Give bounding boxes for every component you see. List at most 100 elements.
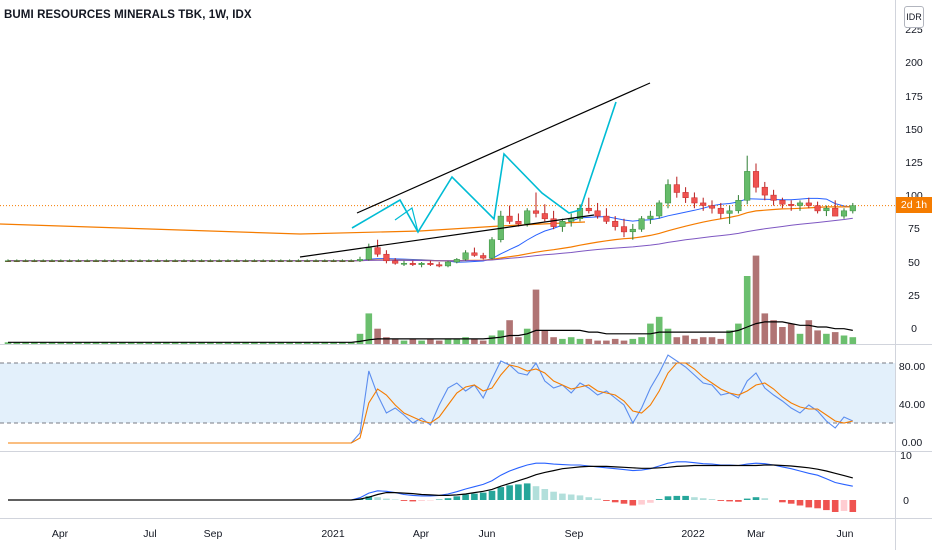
volume-bar	[691, 338, 698, 344]
volume-bar	[603, 340, 610, 344]
macd-histogram-bar	[418, 500, 425, 501]
chart-root: 225 200 175 150 125 100 75 50 25 0 80.00 40.00 0.00 1…	[0, 0, 932, 550]
candle-body	[330, 260, 337, 262]
macd-histogram-bar	[840, 500, 848, 511]
macd-histogram-bar	[471, 493, 478, 500]
macd-histogram-bar	[594, 498, 601, 500]
candle-body	[22, 260, 29, 262]
price-tick-label: 175	[905, 91, 923, 103]
macd-histogram-bar	[391, 499, 399, 500]
macd-tick-label: 10	[900, 450, 912, 462]
macd-histogram-bar	[541, 489, 549, 500]
volume-bar	[849, 337, 857, 344]
macd-histogram-bar	[383, 498, 390, 500]
macd-histogram-bar	[761, 498, 769, 500]
stoch-band-fill	[0, 363, 895, 423]
candle-body	[13, 260, 20, 262]
macd-histogram-bar	[488, 490, 496, 500]
volume-bar	[462, 337, 469, 344]
candle-body	[832, 207, 839, 217]
macd-histogram-bar	[515, 484, 522, 500]
candle-body	[480, 255, 487, 259]
candle-body	[84, 260, 91, 262]
candle-body	[805, 202, 812, 206]
candle-body	[101, 260, 108, 262]
candle-body	[629, 228, 636, 233]
volume-bar	[585, 338, 593, 344]
macd-histogram-bar	[462, 494, 469, 500]
macd-histogram-bar	[497, 487, 505, 500]
currency-badge[interactable]: IDR	[904, 6, 924, 28]
volume-bar	[796, 333, 804, 344]
candle-body	[383, 253, 390, 262]
candle-body	[453, 259, 460, 263]
volume-bar	[391, 338, 399, 344]
volume-bar	[515, 337, 522, 344]
candle-body	[119, 260, 126, 262]
candle-body	[251, 260, 258, 262]
candle-body	[418, 263, 425, 265]
candle-body	[40, 260, 47, 262]
candle-body	[488, 239, 496, 259]
volume-bar	[620, 340, 628, 344]
macd-histogram-bar	[717, 500, 725, 501]
candle-body	[462, 252, 469, 260]
volume-bar	[779, 327, 786, 344]
volume-bar	[770, 320, 777, 344]
time-tick-label: Mar	[747, 528, 766, 540]
candle-body	[726, 210, 733, 214]
candle-body	[620, 226, 628, 233]
candle-body	[66, 260, 73, 262]
candle-body	[427, 263, 434, 265]
candle-body	[770, 194, 777, 201]
volume-bar	[787, 323, 795, 344]
volume-bar	[805, 320, 813, 344]
candle-body	[471, 252, 478, 256]
macd-histogram-bar	[523, 483, 531, 500]
candle-body	[374, 247, 381, 255]
time-tick-label: 2022	[681, 528, 705, 540]
candle-body	[559, 221, 566, 227]
volume-bar	[409, 338, 417, 344]
volume-bar	[567, 337, 575, 344]
price-tick-label: 0	[911, 323, 917, 335]
volume-bar	[761, 313, 769, 344]
candle-body	[656, 202, 663, 217]
volume-bar	[629, 338, 637, 344]
candle-body	[664, 184, 672, 204]
macd-histogram-bar	[435, 499, 443, 500]
volume-bar	[400, 340, 408, 344]
candle-body	[92, 260, 100, 262]
candle-body	[356, 259, 364, 261]
chart-canvas[interactable]: 225200175150125100755025080.0040.000.001…	[0, 0, 932, 550]
candle-body	[638, 218, 645, 230]
macd-histogram-bar	[444, 498, 452, 500]
price-tick-label: 75	[908, 223, 920, 235]
volume-bar	[374, 328, 381, 344]
volume-bar	[717, 338, 725, 344]
candle-body	[163, 260, 170, 262]
volume-bar	[840, 335, 848, 344]
volume-bar	[506, 320, 513, 344]
macd-histogram-bar	[374, 497, 381, 500]
macd-histogram-bar	[849, 500, 857, 512]
volume-bar	[594, 340, 601, 344]
volume-bar	[673, 337, 681, 344]
macd-histogram-bar	[673, 495, 681, 500]
macd-histogram-bar	[453, 496, 461, 500]
candle-body	[400, 263, 408, 265]
price-tick-label: 50	[908, 257, 920, 269]
volume-bar	[435, 340, 443, 344]
time-tick-label: Apr	[52, 528, 69, 540]
volume-bar	[752, 255, 760, 344]
candle-body	[594, 210, 601, 217]
time-tick-label: Jun	[837, 528, 854, 540]
macd-histogram-bar	[629, 500, 637, 506]
macd-histogram-bar	[647, 500, 654, 503]
time-tick-label: Sep	[565, 528, 584, 540]
candle-body	[75, 260, 82, 262]
price-tick-label: 200	[905, 57, 923, 69]
volume-bar	[383, 337, 390, 344]
candle-body	[585, 207, 592, 212]
volume-bar	[638, 337, 645, 344]
